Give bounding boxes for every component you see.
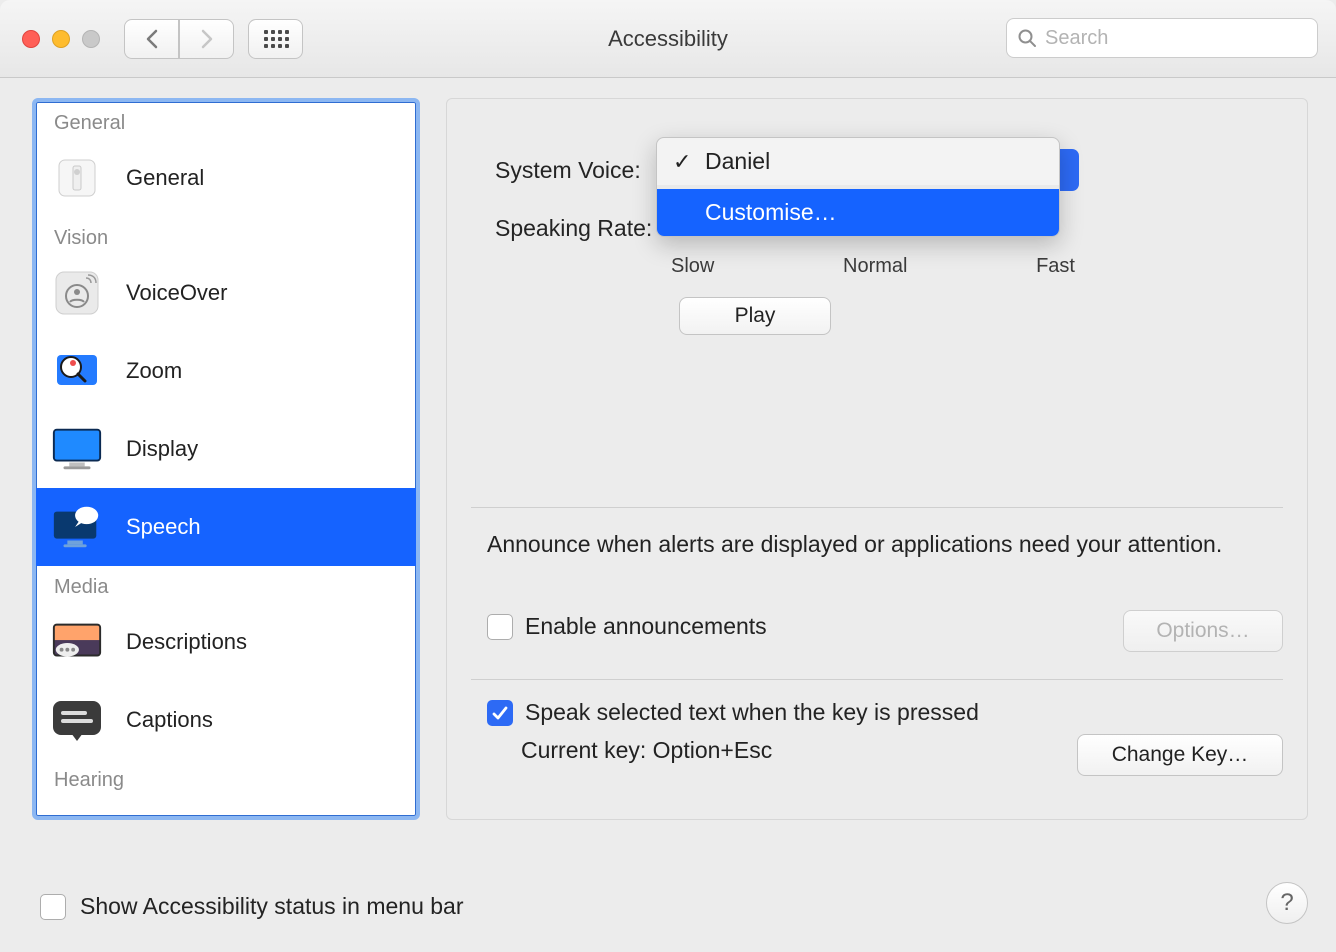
voice-menu-item-customise[interactable]: Customise… bbox=[657, 189, 1059, 236]
options-button: Options… bbox=[1123, 610, 1283, 652]
sidebar-header-hearing: Hearing bbox=[36, 759, 416, 796]
sidebar-header-general: General bbox=[36, 102, 416, 139]
forward-button[interactable] bbox=[179, 19, 234, 59]
sidebar-header-vision: Vision bbox=[36, 217, 416, 254]
announce-description: Announce when alerts are displayed or ap… bbox=[487, 529, 1267, 560]
speak-selected-checkbox[interactable] bbox=[487, 700, 513, 726]
enable-announcements-row[interactable]: Enable announcements bbox=[487, 613, 767, 640]
descriptions-icon bbox=[50, 615, 104, 669]
system-voice-label: System Voice: bbox=[495, 157, 641, 184]
sidebar-item-label: General bbox=[126, 165, 204, 191]
captions-icon bbox=[50, 693, 104, 747]
show-status-row[interactable]: Show Accessibility status in menu bar bbox=[40, 893, 464, 920]
speech-icon bbox=[50, 500, 104, 554]
chevron-left-icon bbox=[145, 29, 159, 49]
sidebar-item-voiceover[interactable]: VoiceOver bbox=[36, 254, 416, 332]
sidebar-item-label: Captions bbox=[126, 707, 213, 733]
display-icon bbox=[50, 422, 104, 476]
sidebar: General General Vision VoiceOver Zoom bbox=[32, 98, 420, 820]
enable-announcements-checkbox[interactable] bbox=[487, 614, 513, 640]
help-button[interactable]: ? bbox=[1266, 882, 1308, 924]
speak-selected-label: Speak selected text when the key is pres… bbox=[525, 699, 979, 726]
current-key-label: Current key: Option+Esc bbox=[521, 737, 772, 764]
change-key-button[interactable]: Change Key… bbox=[1077, 734, 1283, 776]
show-status-label: Show Accessibility status in menu bar bbox=[80, 893, 464, 920]
sidebar-item-zoom[interactable]: Zoom bbox=[36, 332, 416, 410]
rate-labels: Slow Normal Fast bbox=[671, 255, 1075, 278]
search-input[interactable] bbox=[1045, 27, 1307, 50]
search-icon bbox=[1017, 28, 1037, 48]
sidebar-item-display[interactable]: Display bbox=[36, 410, 416, 488]
show-status-checkbox[interactable] bbox=[40, 894, 66, 920]
sidebar-item-general[interactable]: General bbox=[36, 139, 416, 217]
voice-menu[interactable]: ✓ Daniel Customise… bbox=[656, 137, 1060, 237]
divider bbox=[471, 507, 1283, 508]
rate-normal: Normal bbox=[843, 255, 907, 278]
grid-icon bbox=[264, 30, 288, 48]
zoom-button[interactable] bbox=[82, 30, 100, 48]
checkmark-icon: ✓ bbox=[673, 149, 691, 175]
divider bbox=[471, 679, 1283, 680]
customise-label: Customise… bbox=[705, 199, 837, 226]
show-all-button[interactable] bbox=[248, 19, 303, 59]
sidebar-item-label: Descriptions bbox=[126, 629, 247, 655]
close-button[interactable] bbox=[22, 30, 40, 48]
sidebar-header-media: Media bbox=[36, 566, 416, 603]
sidebar-item-label: Speech bbox=[126, 514, 201, 540]
toolbar-nav-group bbox=[124, 19, 303, 59]
rate-slow: Slow bbox=[671, 255, 714, 278]
question-icon: ? bbox=[1280, 889, 1293, 917]
play-button[interactable]: Play bbox=[679, 297, 831, 335]
sidebar-item-captions[interactable]: Captions bbox=[36, 681, 416, 759]
voice-name: Daniel bbox=[705, 148, 770, 175]
sidebar-item-label: VoiceOver bbox=[126, 280, 228, 306]
rate-fast: Fast bbox=[1036, 255, 1075, 278]
back-button[interactable] bbox=[124, 19, 179, 59]
titlebar: Accessibility bbox=[0, 0, 1336, 78]
voiceover-icon bbox=[50, 266, 104, 320]
preferences-window: Accessibility General General Vision Voi… bbox=[0, 0, 1336, 952]
content-panel: System Voice: Speaking Rate: ✓ Daniel Cu… bbox=[446, 98, 1308, 820]
search-field[interactable] bbox=[1006, 18, 1318, 58]
traffic-lights bbox=[22, 30, 100, 48]
speak-selected-row[interactable]: Speak selected text when the key is pres… bbox=[487, 699, 979, 726]
sidebar-item-label: Display bbox=[126, 436, 198, 462]
sidebar-item-speech[interactable]: Speech bbox=[36, 488, 416, 566]
zoom-icon bbox=[50, 344, 104, 398]
chevron-right-icon bbox=[200, 29, 214, 49]
voice-popup-edge bbox=[1057, 149, 1079, 191]
enable-announcements-label: Enable announcements bbox=[525, 613, 767, 640]
sidebar-item-descriptions[interactable]: Descriptions bbox=[36, 603, 416, 681]
voice-menu-item-daniel[interactable]: ✓ Daniel bbox=[657, 138, 1059, 185]
general-icon bbox=[50, 151, 104, 205]
body-area: General General Vision VoiceOver Zoom bbox=[0, 78, 1336, 952]
speaking-rate-label: Speaking Rate: bbox=[495, 215, 652, 242]
sidebar-item-label: Zoom bbox=[126, 358, 182, 384]
minimize-button[interactable] bbox=[52, 30, 70, 48]
